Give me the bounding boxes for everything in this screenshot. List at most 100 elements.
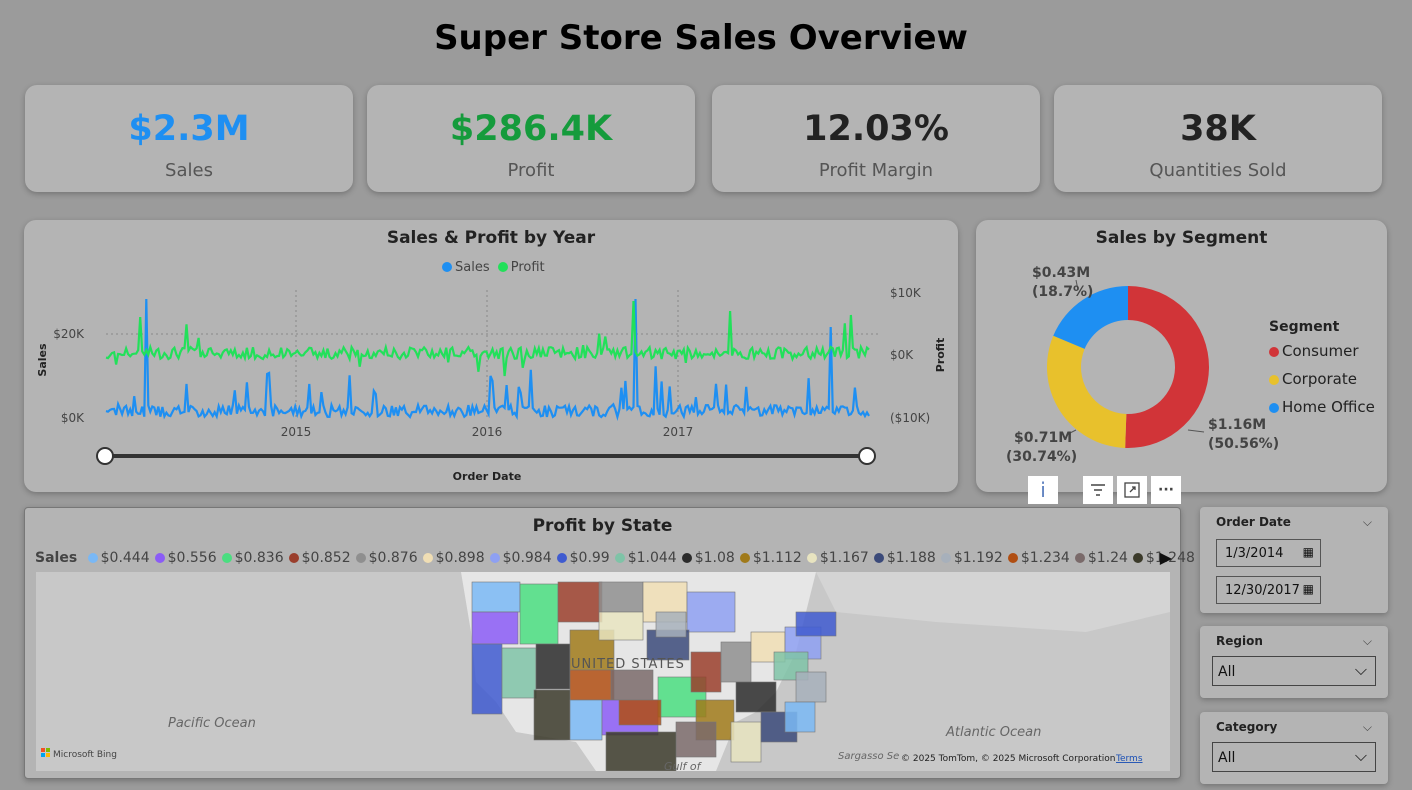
map-legend-item[interactable]: $0.898 <box>422 550 485 566</box>
order-date-slicer[interactable]: Order Date ⌵ 1/3/2014 ▦ 12/30/2017 ▦ <box>1200 507 1388 613</box>
map-legend-item[interactable]: $0.836 <box>221 550 284 566</box>
x-tick: 2015 <box>281 425 312 439</box>
map-legend-item[interactable]: $0.852 <box>288 550 351 566</box>
y-left-tick: $20K <box>53 327 85 341</box>
focus-mode-icon[interactable] <box>1117 476 1147 504</box>
state-region[interactable] <box>686 591 736 633</box>
state-region[interactable] <box>795 671 827 703</box>
state-region[interactable] <box>655 611 687 638</box>
map-legend-item[interactable]: $0.876 <box>355 550 418 566</box>
more-options-icon[interactable]: ··· <box>1151 476 1181 504</box>
region-slicer[interactable]: Region ⌵ All ⌵ <box>1200 626 1388 698</box>
state-region[interactable] <box>795 611 837 637</box>
legend-dot <box>87 553 98 563</box>
state-region[interactable] <box>598 581 644 613</box>
state-region[interactable] <box>535 643 571 690</box>
chevron-down-icon: ⌵ <box>1354 746 1367 765</box>
kpi-card-quantities[interactable]: 38K Quantities Sold <box>1054 85 1382 192</box>
legend-label: Corporate <box>1282 370 1357 388</box>
legend-dot <box>355 553 366 563</box>
state-region[interactable] <box>557 581 603 623</box>
legend-label: $0.444 <box>100 550 150 566</box>
state-region[interactable] <box>471 611 519 645</box>
state-region[interactable] <box>735 681 777 713</box>
region-dropdown[interactable]: All ⌵ <box>1212 656 1376 686</box>
legend-next-arrow-icon[interactable]: ▶ <box>1160 548 1172 567</box>
legend-dot <box>1269 375 1279 385</box>
map-legend-item[interactable]: $1.24 <box>1074 550 1128 566</box>
legend-item-consumer[interactable]: Consumer <box>1269 337 1375 365</box>
info-button[interactable]: i <box>1028 476 1058 504</box>
state-region[interactable] <box>730 721 762 763</box>
kpi-card-profit[interactable]: $286.4K Profit <box>367 85 695 192</box>
map-legend-item[interactable]: $0.984 <box>489 550 552 566</box>
kpi-value: 38K <box>1180 109 1256 149</box>
map-legend-item[interactable]: $1.167 <box>806 550 869 566</box>
date-range-slider-end-handle[interactable] <box>858 447 876 465</box>
us-map[interactable]: UNITED STATES Pacific Ocean Atlantic Oce… <box>36 572 1170 771</box>
state-region[interactable] <box>569 699 603 741</box>
legend-label: $1.234 <box>1020 550 1070 566</box>
map-legend-item[interactable]: $0.556 <box>154 550 217 566</box>
legend-dot <box>154 553 165 563</box>
state-region[interactable] <box>784 701 816 733</box>
state-region[interactable] <box>569 669 615 701</box>
country-label: UNITED STATES <box>571 657 685 672</box>
legend-item-home-office[interactable]: Home Office <box>1269 393 1375 421</box>
state-region[interactable] <box>610 669 654 701</box>
map-legend-item[interactable]: $1.112 <box>739 550 802 566</box>
legend-label: $1.24 <box>1087 550 1128 566</box>
date-range-slider-start-handle[interactable] <box>96 447 114 465</box>
map-legend-item[interactable]: $1.234 <box>1007 550 1070 566</box>
legend-dot <box>1074 553 1085 563</box>
legend-label: $0.99 <box>569 550 610 566</box>
map-legend-item[interactable]: $1.044 <box>614 550 677 566</box>
legend-label: $1.167 <box>819 550 869 566</box>
filter-icon[interactable] <box>1083 476 1113 504</box>
map-legend-item[interactable]: $0.444 <box>87 550 150 566</box>
kpi-card-sales[interactable]: $2.3M Sales <box>25 85 353 192</box>
kpi-value: $286.4K <box>449 109 613 149</box>
chevron-down-icon[interactable]: ⌵ <box>1363 720 1372 735</box>
calendar-icon[interactable]: ▦ <box>1303 582 1314 596</box>
map-legend-item[interactable]: $1.192 <box>940 550 1003 566</box>
state-region[interactable] <box>471 643 503 715</box>
legend-label: $0.556 <box>167 550 217 566</box>
map-legend-item[interactable]: $0.99 <box>556 550 610 566</box>
start-date-input[interactable]: 1/3/2014 ▦ <box>1216 539 1321 567</box>
map-legend-item[interactable]: $1.188 <box>873 550 936 566</box>
state-region[interactable] <box>675 721 717 758</box>
state-region[interactable] <box>720 641 752 683</box>
legend-dot <box>288 553 299 563</box>
legend-item-corporate[interactable]: Corporate <box>1269 365 1375 393</box>
slice-value-label: $0.71M <box>1014 430 1072 446</box>
profit-by-state-panel[interactable]: Profit by State Sales $0.444 $0.556 $0.836… <box>24 507 1195 779</box>
state-region[interactable] <box>471 581 521 613</box>
kpi-label: Sales <box>165 160 213 181</box>
calendar-icon[interactable]: ▦ <box>1303 545 1314 559</box>
legend-label: $0.876 <box>368 550 418 566</box>
ocean-label-gulf: Gulf of <box>664 760 703 771</box>
category-dropdown[interactable]: All ⌵ <box>1212 742 1376 772</box>
legend-dot <box>614 553 625 563</box>
donut-slice-consumer[interactable] <box>1125 286 1209 448</box>
legend-dot <box>556 553 567 563</box>
state-region[interactable] <box>501 647 537 699</box>
x-tick: 2016 <box>472 425 503 439</box>
sales-profit-chart-panel[interactable]: Sales & Profit by Year Sales Profit $20K… <box>24 220 958 492</box>
state-region[interactable] <box>519 583 559 645</box>
state-region[interactable] <box>598 611 644 641</box>
terms-link[interactable]: Terms <box>1115 754 1143 764</box>
kpi-card-profit-margin[interactable]: 12.03% Profit Margin <box>712 85 1040 192</box>
map-legend-item[interactable]: $1.08 <box>681 550 735 566</box>
chevron-down-icon[interactable]: ⌵ <box>1363 515 1372 530</box>
end-date-input[interactable]: 12/30/2017 ▦ <box>1216 576 1321 604</box>
sales-by-segment-panel[interactable]: Sales by Segment $1.16M (50.56%) $0.71M … <box>976 220 1387 492</box>
legend-dot <box>1007 553 1018 563</box>
state-region[interactable] <box>690 651 722 693</box>
chevron-down-icon[interactable]: ⌵ <box>1363 634 1372 649</box>
category-slicer[interactable]: Category ⌵ All ⌵ <box>1200 712 1388 784</box>
legend-label: $1.112 <box>752 550 802 566</box>
state-region[interactable] <box>618 699 662 726</box>
state-region[interactable] <box>533 689 571 741</box>
